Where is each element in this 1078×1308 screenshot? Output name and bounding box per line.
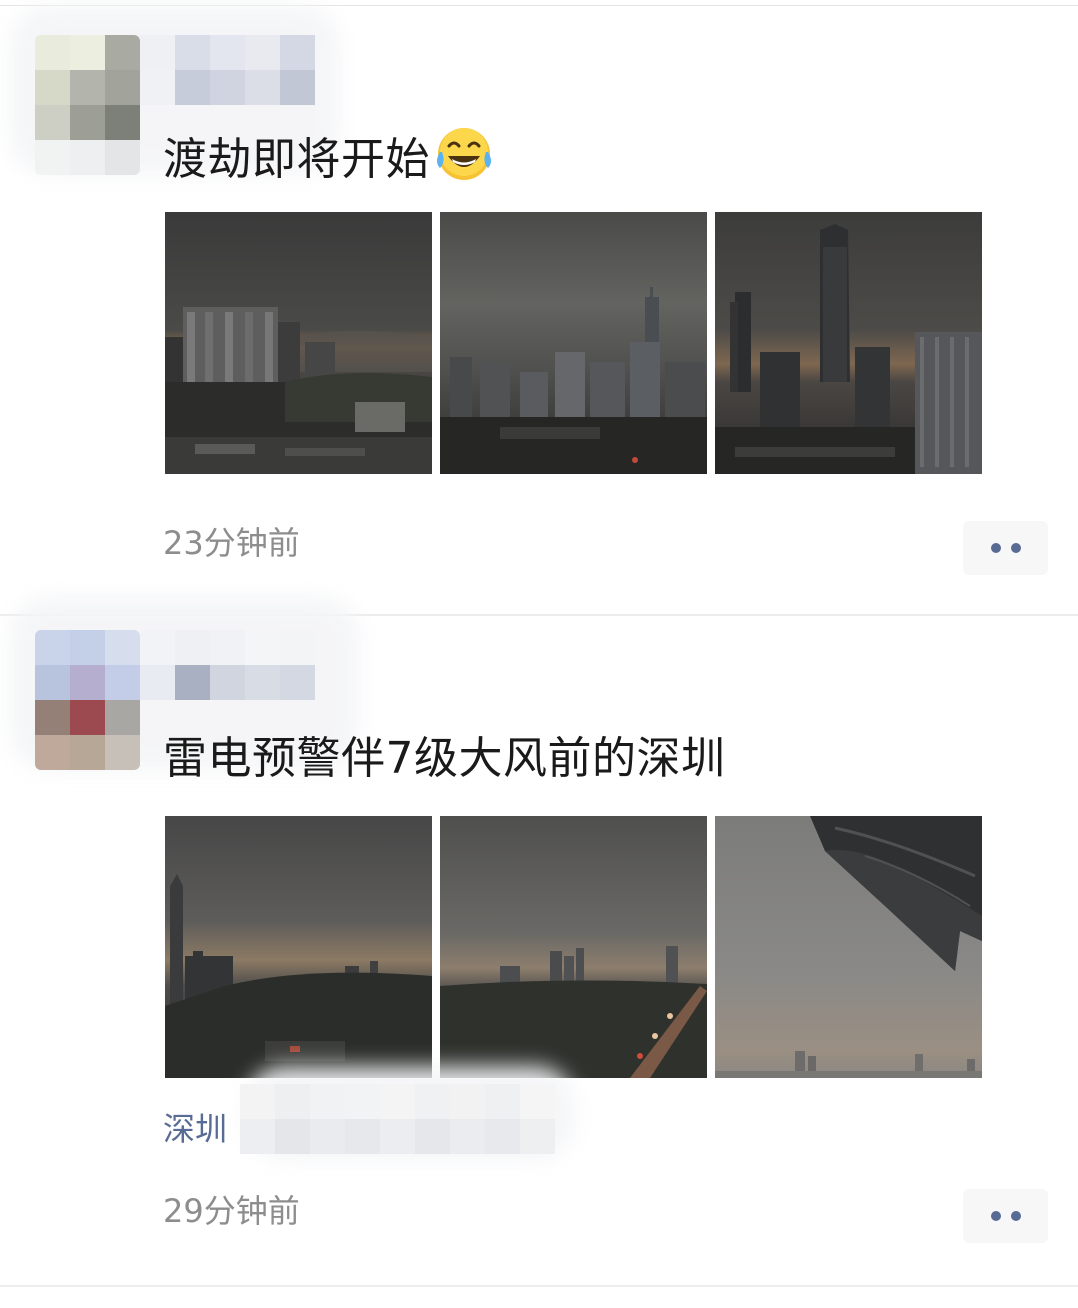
- photo-thumbnail[interactable]: [715, 212, 982, 474]
- photo-grid: [165, 816, 982, 1078]
- avatar-mosaic: [35, 630, 140, 770]
- location-link[interactable]: 深圳: [163, 1109, 227, 1149]
- post-text: 雷电预警伴7级大风前的深圳: [163, 733, 726, 784]
- avatar-mosaic: [35, 35, 140, 175]
- more-actions-button[interactable]: [963, 521, 1048, 575]
- moments-feed: 渡劫即将开始 23分钟前 雷电预警伴7级大风前的深圳 深圳 29分钟前: [0, 0, 1078, 1308]
- post-timestamp: 23分钟前: [163, 524, 300, 562]
- photo-thumbnail[interactable]: [440, 212, 707, 474]
- tears-of-joy-emoji: [432, 122, 496, 186]
- post-text: 渡劫即将开始: [163, 122, 496, 188]
- more-actions-button[interactable]: [963, 1189, 1048, 1243]
- photo-thumbnail[interactable]: [165, 212, 432, 474]
- more-dots-icon: [990, 1211, 1001, 1221]
- photo-thumbnail[interactable]: [715, 816, 982, 1078]
- more-dots-icon: [1010, 543, 1021, 553]
- avatar[interactable]: [35, 35, 140, 175]
- moment-post: 渡劫即将开始 23分钟前: [0, 0, 1078, 616]
- post-timestamp: 29分钟前: [163, 1192, 300, 1230]
- avatar[interactable]: [35, 630, 140, 770]
- nickname-blurred[interactable]: [140, 35, 315, 105]
- post-divider: [0, 1285, 1078, 1287]
- photo-thumbnail[interactable]: [440, 816, 707, 1078]
- location-detail-blurred: [240, 1084, 555, 1154]
- more-dots-icon: [990, 543, 1001, 553]
- photo-grid: [165, 212, 982, 474]
- nickname-blurred[interactable]: [140, 630, 315, 700]
- photo-thumbnail[interactable]: [165, 816, 432, 1078]
- moment-post: 雷电预警伴7级大风前的深圳 深圳 29分钟前: [0, 596, 1078, 1286]
- more-dots-icon: [1010, 1211, 1021, 1221]
- post-text-content: 渡劫即将开始: [163, 134, 430, 185]
